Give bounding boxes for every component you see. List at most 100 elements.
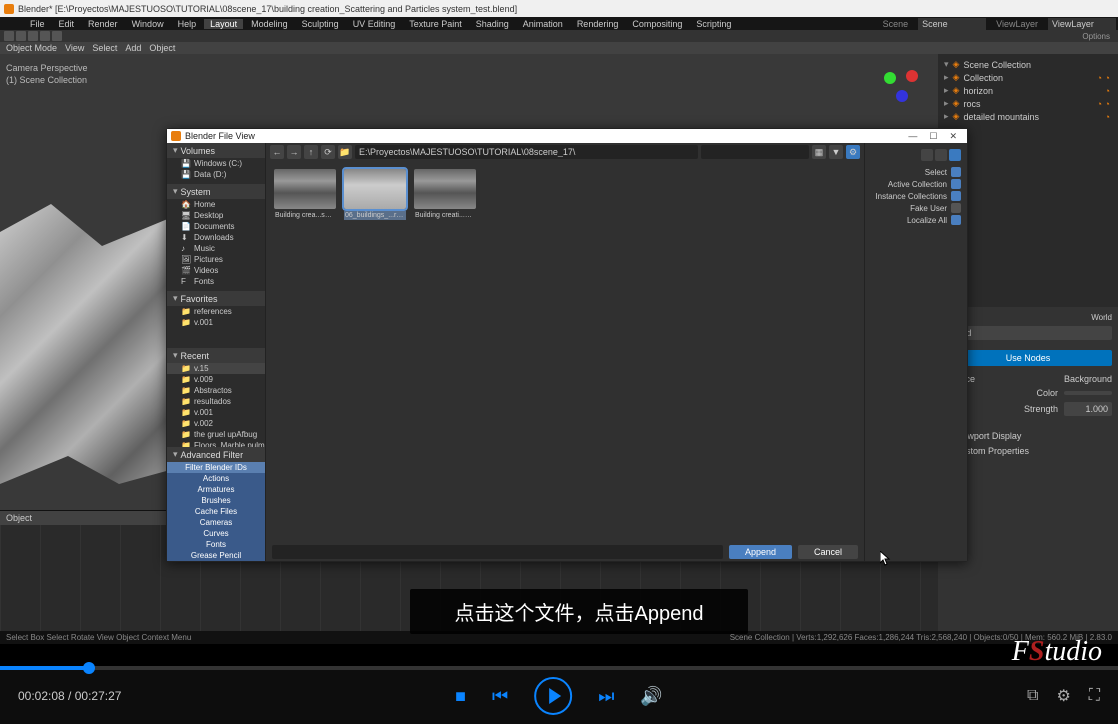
- next-button[interactable]: ⏭: [598, 686, 614, 707]
- settings-icon[interactable]: ⚙: [846, 145, 860, 159]
- filter-cat[interactable]: Curves: [167, 528, 265, 539]
- custom-props-panel[interactable]: ▸ Custom Properties: [944, 443, 1112, 458]
- search-input[interactable]: [701, 145, 809, 159]
- filter-opt-icon[interactable]: [935, 149, 947, 161]
- recent-item[interactable]: 📁v.009: [167, 374, 265, 385]
- recent-item[interactable]: 📁the gruel upAfbug: [167, 429, 265, 440]
- tab-world[interactable]: World: [1091, 313, 1112, 322]
- active-collection-checkbox[interactable]: [951, 179, 961, 189]
- cursor-tool-icon[interactable]: [4, 31, 14, 41]
- volumes-header[interactable]: Volumes: [167, 143, 265, 158]
- system-item[interactable]: ⬇Downloads: [167, 232, 265, 243]
- path-input[interactable]: [355, 145, 698, 159]
- volume-button[interactable]: 🔊: [640, 686, 662, 707]
- layer-input[interactable]: [1048, 18, 1116, 30]
- nav-refresh-icon[interactable]: ⟳: [321, 145, 335, 159]
- color-swatch[interactable]: [1064, 391, 1112, 395]
- tab-layout[interactable]: Layout: [204, 19, 243, 29]
- rotate-tool-icon[interactable]: [40, 31, 50, 41]
- filter-cat[interactable]: Brushes: [167, 495, 265, 506]
- filter-icon[interactable]: ▼: [829, 145, 843, 159]
- tab-anim[interactable]: Animation: [517, 19, 569, 29]
- recent-header[interactable]: Recent: [167, 348, 265, 363]
- app-menu-icon[interactable]: [2, 20, 22, 28]
- tab-scripting[interactable]: Scripting: [690, 19, 737, 29]
- move-tool-icon[interactable]: [28, 31, 38, 41]
- world-datablock[interactable]: World: [944, 326, 1112, 340]
- mode-selector[interactable]: Object Mode: [6, 43, 57, 53]
- system-item[interactable]: 🖼Pictures: [167, 254, 265, 265]
- volume-item[interactable]: 💾Data (D:): [167, 169, 265, 180]
- select-checkbox[interactable]: [951, 167, 961, 177]
- recent-item[interactable]: 📁Abstractos: [167, 385, 265, 396]
- display-mode-icon[interactable]: ▦: [812, 145, 826, 159]
- fullscreen-icon[interactable]: ⛶: [1089, 687, 1100, 705]
- settings-icon[interactable]: ⚙: [1056, 686, 1070, 706]
- object-menu[interactable]: Object: [149, 43, 175, 53]
- favorite-item[interactable]: 📁references: [167, 306, 265, 317]
- favorites-header[interactable]: Favorites: [167, 291, 265, 306]
- recent-item[interactable]: 📁v.15: [167, 363, 265, 374]
- tab-texpaint[interactable]: Texture Paint: [403, 19, 468, 29]
- options-dropdown[interactable]: Options: [1082, 32, 1114, 41]
- tab-compositing[interactable]: Compositing: [626, 19, 688, 29]
- menu-window[interactable]: Window: [126, 19, 170, 29]
- outliner[interactable]: ▾◈Scene Collection ▸◈Collection◔ ◔ ▸◈hor…: [938, 54, 1118, 127]
- file-grid[interactable]: Building crea...system.blend 06_building…: [266, 161, 864, 543]
- pip-icon[interactable]: ⧉: [1027, 687, 1038, 705]
- display-opt-icon[interactable]: [921, 149, 933, 161]
- menu-edit[interactable]: Edit: [53, 19, 81, 29]
- tab-uv[interactable]: UV Editing: [347, 19, 402, 29]
- recent-item[interactable]: 📁resultados: [167, 396, 265, 407]
- file-thumb[interactable]: Building creati...m_test.blend: [414, 169, 476, 220]
- axis-x-icon[interactable]: [906, 70, 918, 82]
- scale-tool-icon[interactable]: [52, 31, 62, 41]
- system-header[interactable]: System: [167, 184, 265, 199]
- file-thumb[interactable]: 06_buildings_...result.blend: [344, 169, 406, 220]
- tab-modeling[interactable]: Modeling: [245, 19, 294, 29]
- filter-cat[interactable]: Cameras: [167, 517, 265, 528]
- tab-shading[interactable]: Shading: [470, 19, 515, 29]
- volume-item[interactable]: 💾Windows (C:): [167, 158, 265, 169]
- menu-render[interactable]: Render: [82, 19, 124, 29]
- system-item[interactable]: 📄Documents: [167, 221, 265, 232]
- play-button[interactable]: [534, 677, 572, 715]
- cancel-button[interactable]: Cancel: [798, 545, 858, 559]
- surface-value[interactable]: Background: [1064, 374, 1112, 384]
- menu-file[interactable]: File: [24, 19, 51, 29]
- use-nodes-button[interactable]: Use Nodes: [944, 350, 1112, 366]
- system-item[interactable]: 🏠Home: [167, 199, 265, 210]
- instance-checkbox[interactable]: [951, 191, 961, 201]
- system-item[interactable]: 🖥Desktop: [167, 210, 265, 221]
- recent-item[interactable]: 📁v.001: [167, 407, 265, 418]
- filter-cat[interactable]: Grease Pencil: [167, 550, 265, 561]
- axis-y-icon[interactable]: [884, 72, 896, 84]
- gear-icon[interactable]: [949, 149, 961, 161]
- progress-track[interactable]: [0, 666, 1118, 670]
- filter-cat[interactable]: Armatures: [167, 484, 265, 495]
- localize-checkbox[interactable]: [951, 215, 961, 225]
- add-menu[interactable]: Add: [125, 43, 141, 53]
- nav-forward-icon[interactable]: →: [287, 145, 301, 159]
- viewport-display-panel[interactable]: ▸ Viewport Display: [944, 428, 1112, 443]
- favorite-item[interactable]: 📁v.001: [167, 317, 265, 328]
- timeline-object[interactable]: Object: [6, 513, 32, 523]
- window-minimize-icon[interactable]: —: [902, 131, 923, 141]
- filter-ids-header[interactable]: Filter Blender IDs: [167, 462, 265, 473]
- view-menu[interactable]: View: [65, 43, 84, 53]
- strength-value[interactable]: 1.000: [1064, 402, 1112, 416]
- select-menu[interactable]: Select: [92, 43, 117, 53]
- prev-button[interactable]: ⏮: [492, 686, 508, 707]
- stop-button[interactable]: ■: [455, 686, 466, 707]
- window-close-icon[interactable]: ✕: [943, 131, 963, 142]
- tab-rendering[interactable]: Rendering: [571, 19, 625, 29]
- system-item[interactable]: ♪Music: [167, 243, 265, 254]
- nav-back-icon[interactable]: ←: [270, 145, 284, 159]
- recent-item[interactable]: 📁v.002: [167, 418, 265, 429]
- append-button[interactable]: Append: [729, 545, 792, 559]
- system-item[interactable]: 🎬Videos: [167, 265, 265, 276]
- window-maximize-icon[interactable]: ☐: [923, 131, 943, 142]
- nav-up-icon[interactable]: ↑: [304, 145, 318, 159]
- scene-input[interactable]: [918, 18, 986, 30]
- advanced-filter-header[interactable]: Advanced Filter: [167, 447, 265, 462]
